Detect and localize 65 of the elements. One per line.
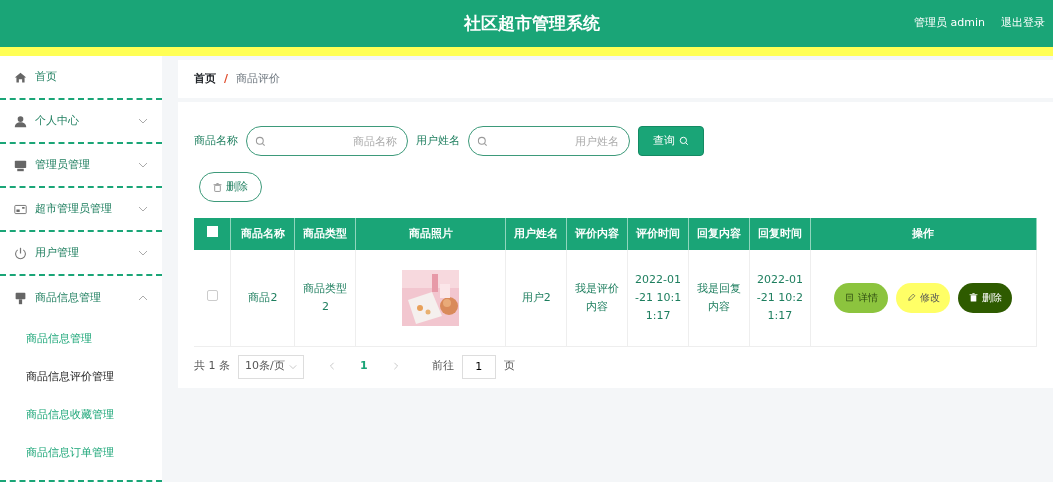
field-label: 商品名称 <box>194 132 238 149</box>
column-header: 商品类型 <box>294 218 356 250</box>
search-icon <box>477 136 488 147</box>
previous-page-icon[interactable] <box>328 362 336 371</box>
breadcrumb-current: 商品评价 <box>236 70 281 87</box>
page-size-select[interactable]: 10条/页 <box>238 354 304 379</box>
search-icon <box>679 136 689 146</box>
search-field[interactable]: 商品名称 <box>246 126 408 156</box>
row-checkbox[interactable] <box>206 289 218 301</box>
detail-button[interactable]: 详情 <box>834 282 889 313</box>
sidebar-item[interactable]: 个人中心 <box>0 100 162 144</box>
table-cell: 商品2 <box>230 250 295 346</box>
sidebar-item[interactable]: 超市管理员管理 <box>0 188 162 232</box>
query-button[interactable]: 查询 <box>638 126 704 156</box>
id-card-icon <box>14 202 27 216</box>
column-header: 商品名称 <box>230 218 295 250</box>
column-header: 回复内容 <box>688 218 750 250</box>
trash-icon <box>213 182 222 192</box>
search-icon <box>255 136 266 147</box>
submenu-item[interactable]: 商品信息订单管理 <box>0 434 162 472</box>
sidebar-item[interactable]: 管理员管理 <box>0 144 162 188</box>
column-header: 用户姓名 <box>505 218 567 250</box>
trash-icon <box>968 293 978 303</box>
submenu-item[interactable]: 商品信息评价管理 <box>0 358 162 396</box>
page-number[interactable]: 1 <box>360 358 368 375</box>
table-cell: 2022-01-21 10:11:17 <box>627 250 689 346</box>
field-label: 用户姓名 <box>416 132 460 149</box>
monitor-icon <box>14 158 27 172</box>
table-cell: 用户2 <box>505 250 567 346</box>
sidebar-item[interactable]: 商品信息管理 <box>0 276 162 320</box>
sidebar-item[interactable]: 用户管理 <box>0 232 162 276</box>
pencil-icon <box>906 293 916 303</box>
admin-user-label: 管理员 admin <box>914 15 985 32</box>
page-suffix: 页 <box>503 358 515 375</box>
select-all-checkbox[interactable] <box>206 226 218 238</box>
page-input[interactable]: 1 <box>461 354 496 379</box>
document-icon <box>844 293 854 303</box>
delete-button[interactable]: 删除 <box>958 282 1013 313</box>
total-count: 共 1 条 <box>194 358 230 375</box>
next-page-icon[interactable] <box>391 362 400 371</box>
submenu-item[interactable]: 商品信息管理 <box>0 320 162 358</box>
table-cell: 我是回复内容 <box>688 250 750 346</box>
logout-link[interactable]: 退出登录 <box>1001 15 1045 32</box>
delete-button[interactable]: 删除 <box>199 172 262 202</box>
column-header: 商品照片 <box>355 218 506 250</box>
table-cell: 2022-01-21 10:21:17 <box>749 250 811 346</box>
app-title: 社区超市管理系统 <box>464 11 600 35</box>
power-icon <box>14 246 27 260</box>
sidebar-item[interactable]: 首页 <box>0 56 162 100</box>
breadcrumb-separator: / <box>224 70 229 87</box>
table-cell: 商品类型2 <box>294 250 356 346</box>
signpost-icon <box>14 291 27 305</box>
column-header: 评价时间 <box>627 218 689 250</box>
table-cell: 我是评价内容 <box>566 250 628 346</box>
home-icon <box>14 70 27 84</box>
column-header: 评价内容 <box>566 218 628 250</box>
chevron-down-icon <box>289 362 297 371</box>
goto-label: 前往 <box>431 358 454 375</box>
column-header: 操作 <box>810 218 1037 250</box>
column-header: 回复时间 <box>749 218 811 250</box>
breadcrumb-link[interactable]: 首页 <box>194 70 216 88</box>
search-field[interactable]: 用户姓名 <box>468 126 630 156</box>
edit-button[interactable]: 修改 <box>896 282 951 313</box>
user-icon <box>14 114 27 128</box>
submenu-item[interactable]: 商品信息收藏管理 <box>0 396 162 434</box>
